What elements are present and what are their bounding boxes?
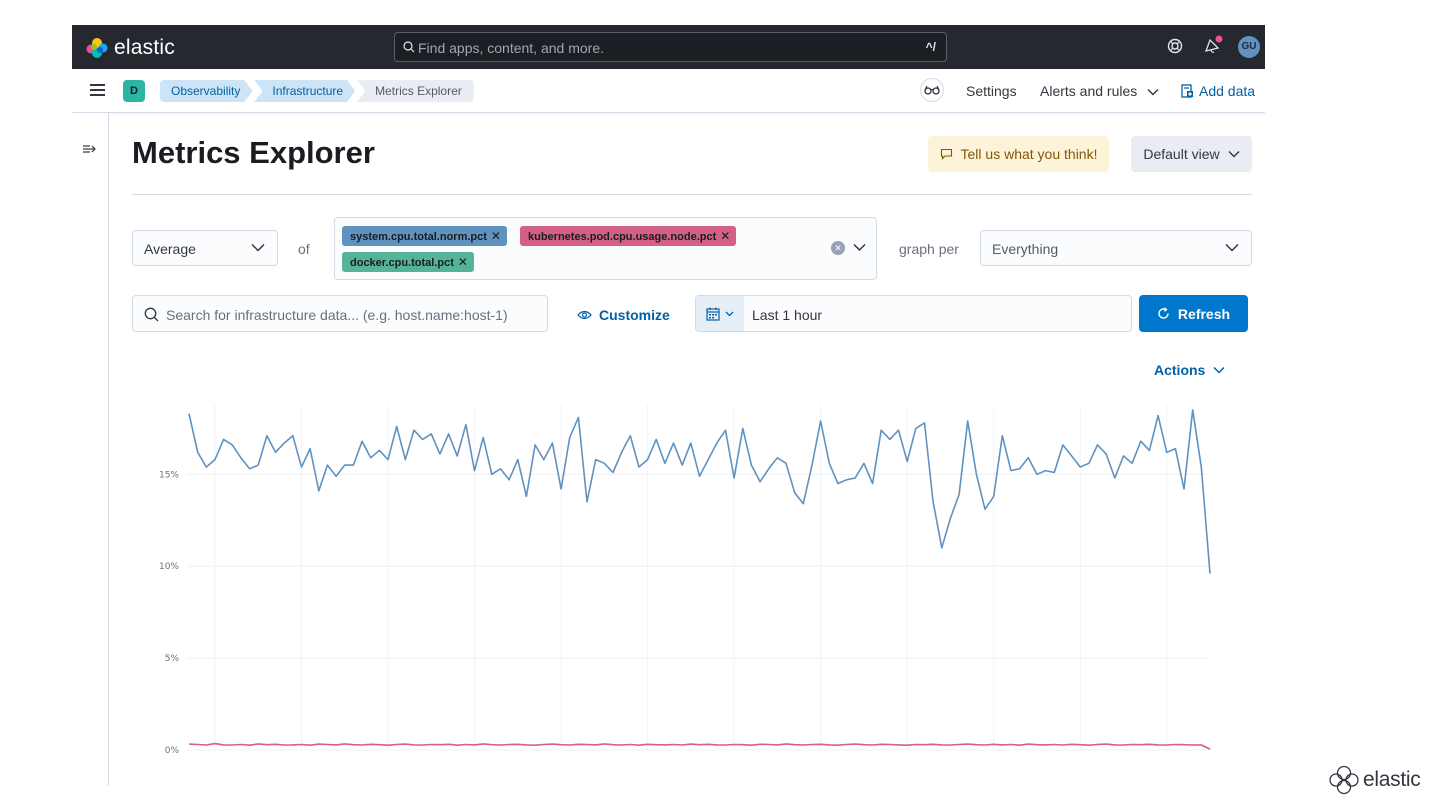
y-tick-label: 15% bbox=[159, 470, 179, 480]
page-title: Metrics Explorer bbox=[132, 135, 375, 170]
side-nav-collapsed bbox=[72, 113, 109, 786]
help-icon[interactable] bbox=[1166, 37, 1184, 55]
view-selector[interactable]: Default view bbox=[1131, 136, 1252, 172]
aggregation-value: Average bbox=[144, 241, 196, 257]
user-avatar[interactable]: GU bbox=[1238, 36, 1260, 58]
breadcrumb-observability[interactable]: Observability bbox=[160, 80, 252, 102]
y-tick-label: 10% bbox=[159, 562, 179, 572]
chevron-down-icon bbox=[1213, 366, 1225, 374]
chevron-down-icon bbox=[725, 311, 734, 316]
brand-name: elastic bbox=[114, 36, 175, 59]
actions-label: Actions bbox=[1154, 362, 1206, 378]
breadcrumb: Observability Infrastructure Metrics Exp… bbox=[160, 80, 476, 102]
expand-sidebar-icon[interactable] bbox=[83, 144, 97, 154]
search-shortcut: ^/ bbox=[925, 40, 936, 54]
add-data-link[interactable]: Add data bbox=[1181, 83, 1255, 99]
clear-metrics-icon[interactable]: ✕ bbox=[831, 241, 845, 255]
infrastructure-search-input[interactable]: Search for infrastructure data... (e.g. … bbox=[132, 295, 548, 332]
add-data-label: Add data bbox=[1199, 83, 1256, 99]
quick-select-button[interactable] bbox=[696, 296, 744, 331]
metric-pill-label: system.cpu.total.norm.pct bbox=[350, 231, 487, 243]
alerts-rules-label: Alerts and rules bbox=[1040, 83, 1138, 99]
app-window: elastic Find apps, content, and more. ^/… bbox=[72, 25, 1265, 786]
alerts-rules-menu[interactable]: Alerts and rules bbox=[1040, 83, 1159, 99]
chevron-down-icon[interactable] bbox=[853, 243, 866, 252]
refresh-button[interactable]: Refresh bbox=[1139, 295, 1248, 332]
global-search-input[interactable]: Find apps, content, and more. ^/ bbox=[394, 32, 947, 62]
metric-pill-kubernetes-cpu[interactable]: kubernetes.pod.cpu.usage.node.pct ✕ bbox=[520, 226, 737, 246]
feedback-label: Tell us what you think! bbox=[960, 146, 1098, 162]
chart-actions-button[interactable]: Actions bbox=[1154, 362, 1225, 378]
chevron-down-icon bbox=[1228, 151, 1240, 158]
metric-pill-label: kubernetes.pod.cpu.usage.node.pct bbox=[528, 231, 717, 243]
search-placeholder: Search for infrastructure data... (e.g. … bbox=[166, 307, 508, 323]
comment-icon bbox=[940, 148, 952, 160]
glasses-icon[interactable] bbox=[920, 78, 944, 102]
watermark-brand: elastic bbox=[1363, 768, 1421, 791]
breadcrumb-metrics-explorer: Metrics Explorer bbox=[357, 80, 474, 102]
customize-button[interactable]: Customize bbox=[577, 307, 670, 323]
remove-metric-icon[interactable]: ✕ bbox=[491, 229, 501, 243]
customize-label: Customize bbox=[599, 307, 670, 323]
remove-metric-icon[interactable]: ✕ bbox=[458, 255, 468, 269]
news-feed-icon[interactable] bbox=[1202, 34, 1224, 56]
feedback-button[interactable]: Tell us what you think! bbox=[928, 136, 1109, 172]
series-line-1 bbox=[188, 742, 1211, 750]
search-placeholder: Find apps, content, and more. bbox=[418, 40, 604, 56]
metric-pill-docker-cpu[interactable]: docker.cpu.total.pct ✕ bbox=[342, 252, 474, 272]
breadcrumb-infrastructure[interactable]: Infrastructure bbox=[254, 80, 355, 102]
chevron-down-icon bbox=[1147, 89, 1159, 96]
refresh-label: Refresh bbox=[1177, 305, 1231, 322]
space-avatar[interactable]: D bbox=[123, 80, 145, 102]
y-tick-label: 5% bbox=[165, 654, 180, 664]
time-range-value[interactable]: Last 1 hour bbox=[752, 307, 822, 323]
metric-pill-system-cpu[interactable]: system.cpu.total.norm.pct ✕ bbox=[342, 226, 507, 246]
breadcrumb-bar: D Observability Infrastructure Metrics E… bbox=[72, 69, 1265, 113]
elastic-cluster-icon bbox=[86, 38, 108, 58]
eye-icon bbox=[577, 310, 592, 320]
graph-per-value: Everything bbox=[992, 241, 1059, 257]
view-label: Default view bbox=[1143, 146, 1220, 162]
of-label: of bbox=[298, 241, 310, 257]
chevron-down-icon bbox=[1225, 243, 1239, 252]
aggregation-select[interactable]: Average bbox=[132, 230, 278, 266]
graph-per-label: graph per bbox=[899, 241, 959, 257]
calendar-icon bbox=[706, 307, 720, 321]
metrics-chart: 0%5%10%15%15:55:0016:00:0016:05:0016:10:… bbox=[159, 405, 1211, 756]
top-bar: elastic Find apps, content, and more. ^/… bbox=[72, 25, 1265, 69]
chevron-down-icon bbox=[251, 243, 265, 252]
y-tick-label: 0% bbox=[165, 746, 180, 756]
header-divider bbox=[132, 194, 1252, 195]
series-line-0 bbox=[188, 409, 1211, 574]
watermark-logo: elastic bbox=[1328, 765, 1421, 795]
remove-metric-icon[interactable]: ✕ bbox=[720, 229, 730, 243]
elastic-cluster-icon bbox=[1329, 765, 1359, 795]
refresh-icon bbox=[1158, 307, 1169, 319]
menu-icon[interactable] bbox=[90, 83, 106, 97]
settings-link[interactable]: Settings bbox=[966, 83, 1017, 99]
search-icon bbox=[144, 307, 159, 322]
elastic-logo[interactable]: elastic bbox=[86, 36, 175, 60]
add-data-icon bbox=[1181, 84, 1193, 98]
metric-pill-label: docker.cpu.total.pct bbox=[350, 257, 454, 269]
graph-per-select[interactable]: Everything bbox=[980, 230, 1252, 266]
date-picker[interactable]: Last 1 hour bbox=[695, 295, 1132, 332]
search-icon bbox=[403, 41, 415, 53]
metrics-combobox[interactable]: system.cpu.total.norm.pct ✕ kubernetes.po… bbox=[334, 217, 877, 280]
